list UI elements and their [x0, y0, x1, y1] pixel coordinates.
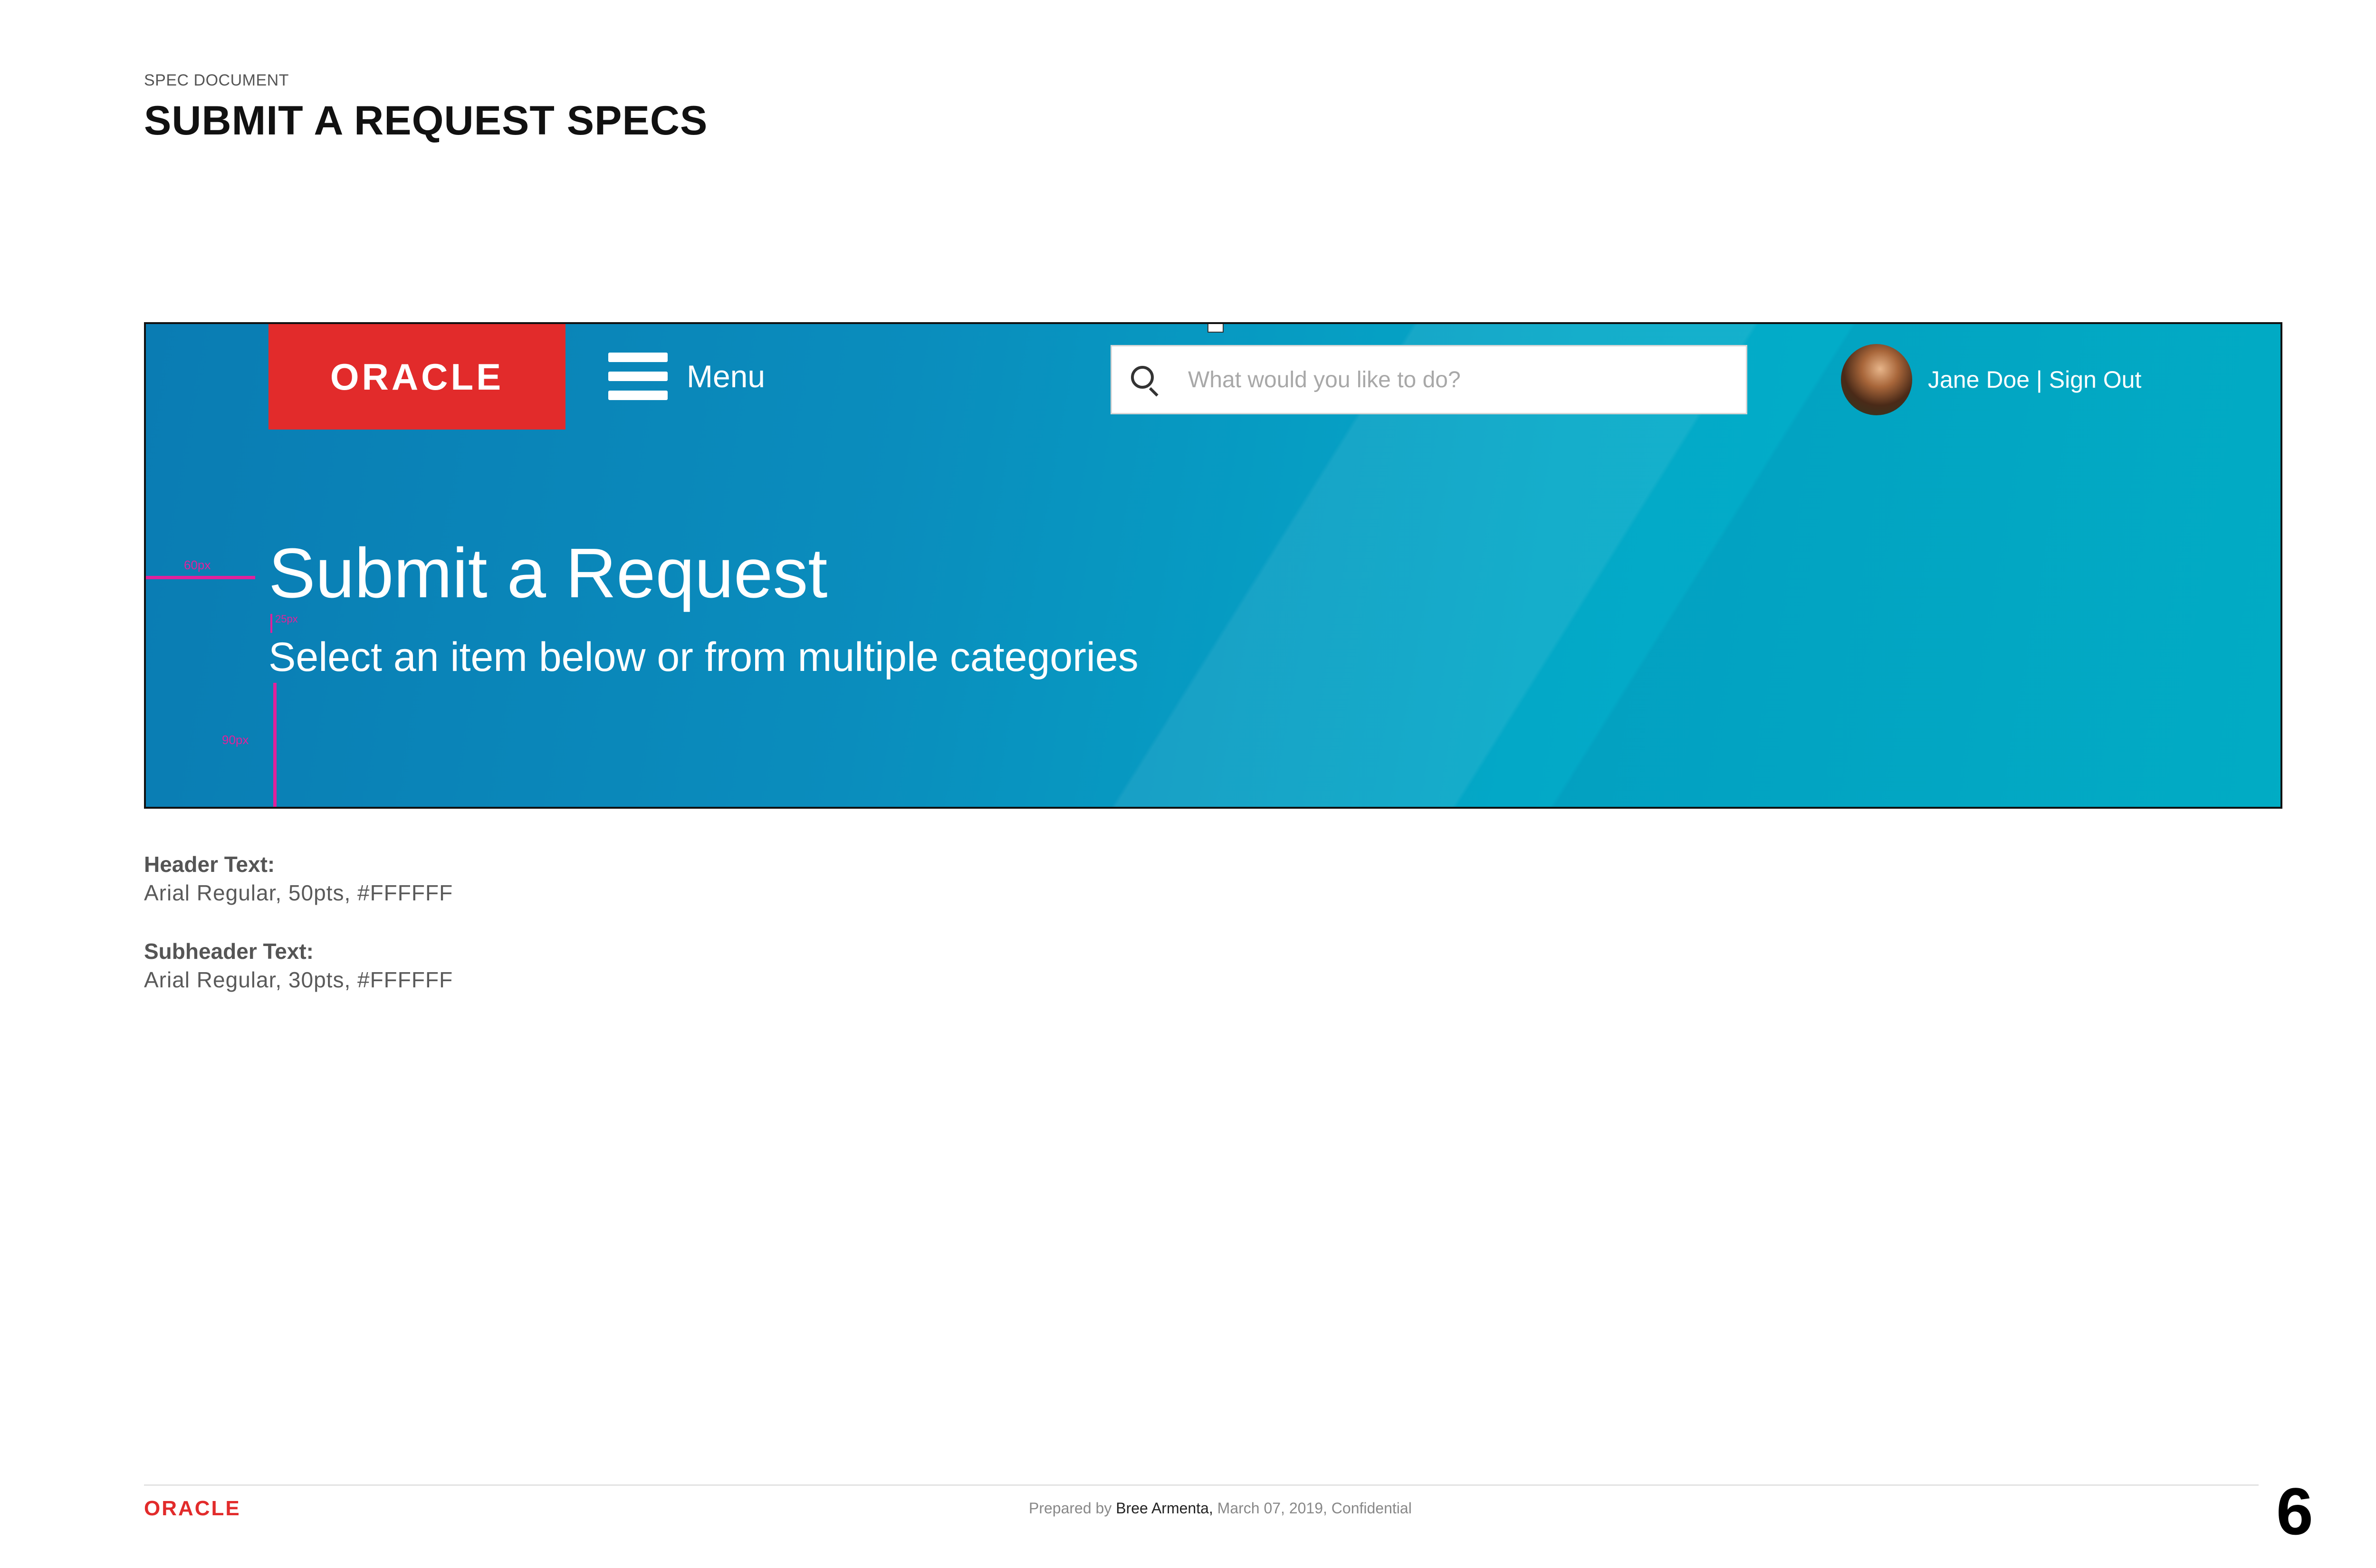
footer-divider: [144, 1484, 2259, 1486]
spec-header-text: Header Text: Arial Regular, 50pts, #FFFF…: [144, 851, 453, 906]
spec-subheader-text: Subheader Text: Arial Regular, 30pts, #F…: [144, 938, 453, 993]
hamburger-icon: [608, 353, 668, 400]
dimension-line-bottom-padding: [273, 683, 277, 807]
document-label: SPEC DOCUMENT: [144, 71, 289, 89]
avatar[interactable]: [1841, 344, 1912, 415]
document-title: SUBMIT A REQUEST SPECS: [144, 98, 708, 143]
header-banner-mockup: ORACLE Menu Jane Doe | Sign Out 60px 25p…: [144, 322, 2282, 809]
resize-handle[interactable]: [1207, 324, 1224, 333]
footer-author: Bree Armenta,: [1116, 1500, 1213, 1517]
spec-key: Header Text:: [144, 852, 275, 877]
banner-subtitle: Select an item below or from multiple ca…: [268, 634, 1139, 680]
spec-value: Arial Regular, 50pts, #FFFFFF: [144, 880, 453, 905]
page-number: 6: [2276, 1474, 2313, 1549]
footer-prepared-note: Prepared by Bree Armenta, March 07, 2019…: [1029, 1500, 1412, 1517]
search-box[interactable]: [1111, 345, 1747, 414]
dimension-label-left-margin: 60px: [184, 558, 211, 572]
spec-value: Arial Regular, 30pts, #FFFFFF: [144, 967, 453, 992]
oracle-logo-block[interactable]: ORACLE: [268, 324, 565, 430]
search-input[interactable]: [1187, 366, 1712, 393]
dimension-label-title-gap: 25px: [275, 613, 298, 625]
dimension-label-bottom-padding: 90px: [222, 733, 249, 747]
search-icon: [1131, 366, 1159, 397]
spec-key: Subheader Text:: [144, 939, 314, 964]
menu-button[interactable]: Menu: [608, 350, 765, 402]
dimension-line-title-gap: [270, 614, 272, 633]
menu-label: Menu: [687, 359, 766, 394]
oracle-logo: ORACLE: [330, 355, 504, 398]
dimension-line-left-margin: [146, 576, 255, 579]
user-signout-link[interactable]: Jane Doe | Sign Out: [1928, 366, 2141, 393]
footer-prepared-prefix: Prepared by: [1029, 1500, 1112, 1517]
footer-date: March 07, 2019, Confidential: [1217, 1500, 1412, 1517]
footer-oracle-logo: ORACLE: [144, 1497, 241, 1520]
banner-title: Submit a Request: [268, 534, 828, 612]
